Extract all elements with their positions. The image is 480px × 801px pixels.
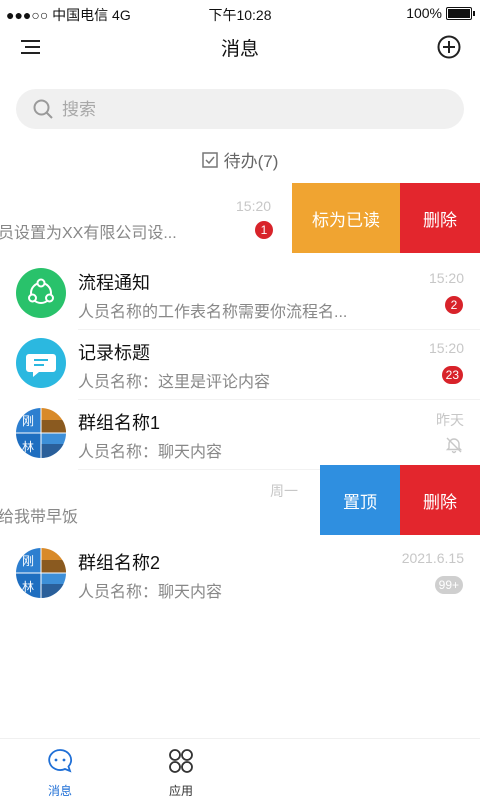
delete-button[interactable]: 删除 bbox=[400, 183, 480, 253]
conversation-row[interactable]: 员设置为XX有限公司设... 15:20 1 标为已读 删除 bbox=[0, 183, 480, 253]
search-bar[interactable] bbox=[16, 89, 464, 129]
message-preview: 人员名称：聊天内容 bbox=[78, 584, 223, 601]
battery-percent: 100% bbox=[406, 5, 442, 21]
group-avatar: 刚 林 bbox=[16, 548, 66, 598]
comment-avatar bbox=[16, 338, 66, 388]
nav-bar: 消息 bbox=[0, 26, 480, 70]
avatar-char: 林 bbox=[22, 580, 35, 594]
todo-filter[interactable]: 待办(7) bbox=[0, 147, 480, 172]
conversation-title: 群组名称2 bbox=[78, 553, 161, 573]
share-icon bbox=[28, 278, 54, 304]
message-time: 15:20 bbox=[428, 270, 464, 286]
tab-bar: 消息 应用 bbox=[0, 738, 480, 801]
tab-label: 应用 bbox=[168, 784, 193, 798]
search-icon bbox=[33, 99, 53, 119]
conversation-row[interactable]: 记录标题 人员名称：这里是评论内容 15:20 23 bbox=[0, 328, 480, 400]
chat-bubble-icon bbox=[48, 749, 73, 773]
unread-badge: 99+ bbox=[434, 576, 463, 594]
row-content: 给我带早饭 周一 bbox=[0, 465, 320, 535]
conversation-row[interactable]: 刚 林 群组名称1 人员名称：聊天内容 昨天 bbox=[0, 398, 480, 470]
tab-apps[interactable]: 应用 bbox=[146, 747, 216, 799]
conversation-title: 流程通知 bbox=[78, 273, 150, 293]
message-preview: 人员名称：聊天内容 bbox=[78, 444, 223, 461]
message-time: 15:20 bbox=[428, 340, 464, 356]
tab-messages[interactable]: 消息 bbox=[25, 747, 95, 799]
search-input[interactable] bbox=[60, 95, 444, 125]
avatar-char: 刚 bbox=[22, 414, 35, 428]
row-content: 员设置为XX有限公司设... 15:20 1 bbox=[0, 183, 292, 253]
message-preview: 人员名称：这里是评论内容 bbox=[78, 374, 271, 391]
bell-off-icon bbox=[445, 437, 463, 454]
message-preview: 人员名称的工作表名称需要你流程名... bbox=[78, 304, 348, 321]
conversation-title: 群组名称1 bbox=[78, 413, 161, 433]
conversation-row[interactable]: 刚 林 群组名称2 人员名称：聊天内容 2021.6.15 99+ bbox=[0, 538, 480, 610]
conversation-title: 记录标题 bbox=[78, 343, 150, 363]
message-preview: 员设置为XX有限公司设... bbox=[0, 225, 177, 242]
checkbox-icon bbox=[201, 151, 218, 168]
pin-button[interactable]: 置顶 bbox=[320, 465, 400, 535]
todo-label: 待办(7) bbox=[223, 152, 279, 171]
flow-avatar bbox=[16, 268, 66, 318]
avatar-char: 林 bbox=[22, 440, 35, 454]
group-avatar: 刚 林 bbox=[16, 408, 66, 458]
conversation-row[interactable]: 给我带早饭 周一 置顶 删除 bbox=[0, 465, 480, 535]
unread-badge: 1 bbox=[255, 221, 273, 239]
unread-badge: 23 bbox=[441, 366, 463, 384]
page-title: 消息 bbox=[220, 39, 259, 60]
tab-label: 消息 bbox=[47, 784, 72, 798]
battery-icon bbox=[446, 6, 475, 20]
unread-badge: 2 bbox=[445, 296, 463, 314]
avatar-char: 刚 bbox=[22, 554, 35, 568]
status-bar: ●●●○○ 中国电信 4G 下午10:28 100% bbox=[0, 0, 480, 26]
conversation-row[interactable]: 流程通知 人员名称的工作表名称需要你流程名... 15:20 2 bbox=[0, 258, 480, 330]
delete-button[interactable]: 删除 bbox=[400, 465, 480, 535]
message-time: 2021.6.15 bbox=[401, 550, 464, 566]
comment-icon bbox=[26, 354, 56, 377]
apps-grid-icon bbox=[169, 749, 193, 773]
battery-status: 100% bbox=[406, 5, 475, 21]
plus-circle-icon[interactable] bbox=[436, 34, 462, 60]
message-time: 昨天 bbox=[436, 412, 464, 428]
message-preview: 给我带早饭 bbox=[0, 509, 79, 526]
mark-read-button[interactable]: 标为已读 bbox=[292, 183, 400, 253]
message-time: 15:20 bbox=[236, 198, 272, 214]
message-time: 周一 bbox=[270, 483, 298, 499]
